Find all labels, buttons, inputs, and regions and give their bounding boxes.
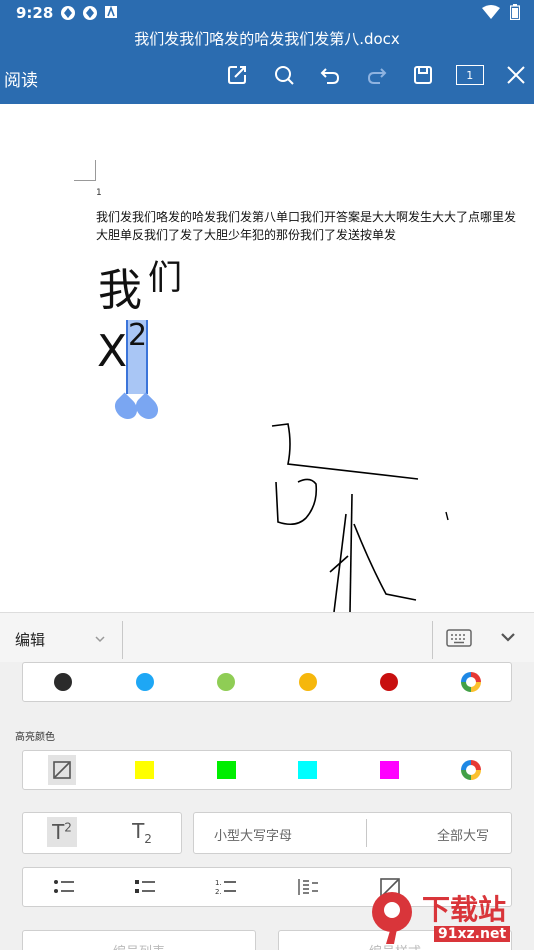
- small-caps-button[interactable]: 小型大写字母: [214, 825, 292, 844]
- status-icons-left: [60, 5, 118, 21]
- redo-icon: [367, 68, 387, 84]
- no-color-icon: [53, 761, 71, 779]
- highlight-color-label: 高亮颜色: [15, 732, 55, 743]
- wifi-icon: [482, 5, 500, 19]
- highlight-color-swatch[interactable]: [380, 761, 399, 779]
- multilevel-list-icon[interactable]: [297, 877, 319, 897]
- aperture-icon: [61, 6, 75, 20]
- status-time: 9:28: [16, 4, 54, 22]
- chevron-down-icon[interactable]: [94, 633, 106, 645]
- toolbar: 1: [214, 58, 534, 92]
- app-notification-icon: [105, 5, 117, 18]
- all-caps-button[interactable]: 全部大写: [437, 825, 489, 844]
- subscript-button[interactable]: T2: [127, 817, 157, 847]
- highlight-color-row: [22, 750, 512, 790]
- page-indicator: 1: [455, 65, 484, 85]
- caps-card: 小型大写字母 全部大写: [193, 812, 512, 854]
- divider: [432, 621, 433, 659]
- superscript-icon: T2: [52, 820, 72, 844]
- document-canvas[interactable]: 1 我们发我们咯发的哈发我们发第八单口我们开答案是大大啊发生大大了点哪里发 大胆…: [0, 104, 534, 612]
- reading-mode-button[interactable]: 阅读: [4, 66, 38, 91]
- font-color-swatch[interactable]: [380, 673, 398, 691]
- divider: [122, 621, 123, 659]
- search-button[interactable]: [261, 58, 308, 92]
- more-colors-icon[interactable]: [461, 760, 481, 780]
- font-color-row: [22, 662, 512, 702]
- svg-text:1.: 1.: [215, 879, 222, 887]
- highlight-color-swatch[interactable]: [135, 761, 154, 779]
- numbered-list-button[interactable]: 编号列表: [22, 930, 256, 950]
- font-color-swatch[interactable]: [136, 673, 154, 691]
- battery-icon: [510, 4, 520, 20]
- keyboard-icon[interactable]: [446, 629, 472, 647]
- numbered-list-icon[interactable]: 1.2.: [215, 877, 237, 897]
- close-button[interactable]: [493, 58, 534, 92]
- save-button[interactable]: [400, 58, 447, 92]
- bullet-list-icon[interactable]: [53, 877, 75, 897]
- undo-icon: [320, 68, 340, 84]
- square-bullet-list-icon[interactable]: [134, 877, 156, 897]
- ink-drawing: [271, 423, 449, 612]
- edit-box-icon: [228, 66, 247, 84]
- superscript-button[interactable]: T2: [47, 817, 77, 847]
- watermark-logo-icon: [372, 892, 412, 944]
- collapse-panel-icon[interactable]: [498, 627, 518, 647]
- format-panel-header: 编辑: [0, 612, 534, 662]
- subscript-icon: T2: [132, 818, 152, 846]
- edit-mode-button[interactable]: [214, 58, 261, 92]
- redo-button[interactable]: [354, 58, 401, 92]
- font-color-swatch[interactable]: [217, 673, 235, 691]
- divider: [366, 819, 367, 847]
- watermark-url: 91xz.net: [434, 926, 511, 942]
- svg-text:2.: 2.: [215, 888, 222, 896]
- app-bar: 9:28 我们发我们咯发的哈发我们发第八.docx 阅读 1: [0, 0, 534, 104]
- site-watermark: 下载站 91xz.net: [364, 886, 534, 950]
- status-icons-right: [482, 4, 520, 20]
- watermark-text: 下载站: [422, 893, 507, 926]
- page-indicator-button[interactable]: 1: [447, 58, 494, 92]
- search-icon: [274, 66, 294, 85]
- highlight-color-swatch[interactable]: [298, 761, 317, 779]
- document-title: 我们发我们咯发的哈发我们发第八.docx: [134, 30, 400, 48]
- save-icon: [414, 66, 433, 84]
- font-color-swatch[interactable]: [54, 673, 72, 691]
- highlight-color-swatch[interactable]: [217, 761, 236, 779]
- aperture-icon: [83, 6, 97, 20]
- close-icon: [507, 66, 525, 84]
- script-card: T2 T2: [22, 812, 182, 854]
- undo-button[interactable]: [307, 58, 354, 92]
- no-highlight-button[interactable]: [48, 755, 76, 785]
- edit-dropdown-label[interactable]: 编辑: [15, 629, 45, 650]
- font-color-swatch[interactable]: [299, 673, 317, 691]
- status-bar: 9:28: [0, 0, 534, 26]
- more-colors-icon[interactable]: [461, 672, 481, 692]
